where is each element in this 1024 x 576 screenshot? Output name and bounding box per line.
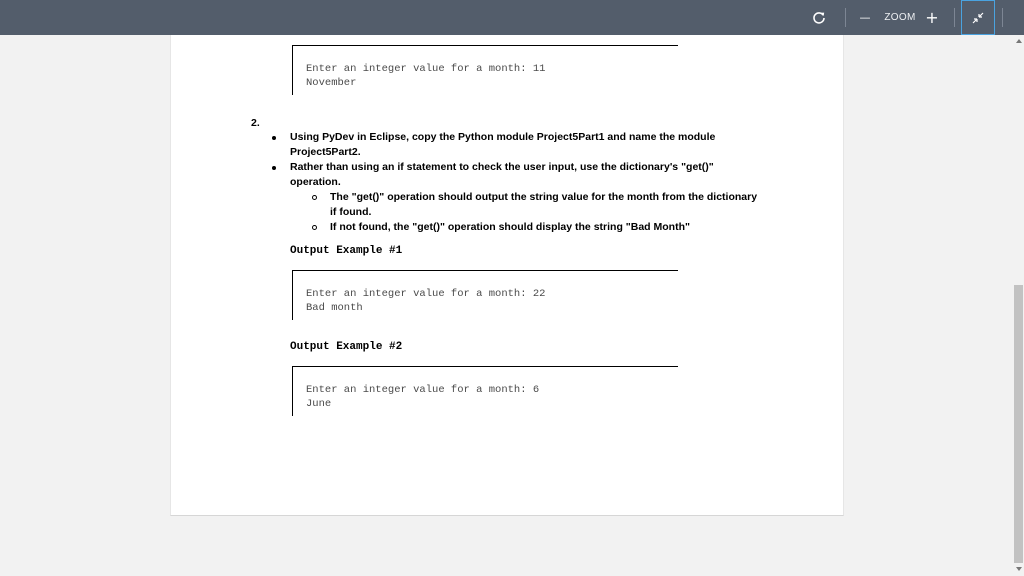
scrollbar-thumb[interactable] [1014, 285, 1023, 563]
document-page: Enter an integer value for a month: 11 N… [170, 35, 844, 516]
zoom-label: ZOOM [884, 12, 916, 23]
console-output: Bad month [306, 302, 363, 314]
toolbar-divider [845, 8, 846, 27]
instruction-sub-bullet: The "get()" operation should output the … [330, 190, 757, 220]
sub-bullet-icon [312, 225, 317, 230]
console-output-example-1: Enter an integer value for a month: 22 B… [292, 270, 678, 320]
console-output: June [306, 398, 332, 410]
refresh-button[interactable] [808, 0, 830, 35]
question-number: 2. [251, 117, 260, 129]
sub-bullet-line: If not found, the "get()" operation shou… [330, 221, 690, 233]
viewer-toolbar: — ZOOM + [0, 0, 1024, 35]
instruction-bullet: Rather than using an if statement to che… [290, 160, 714, 190]
zoom-in-icon: + [925, 8, 939, 27]
zoom-in-button[interactable]: + [922, 0, 942, 35]
bullet-line: operation. [290, 176, 341, 188]
sub-bullet-line: if found. [330, 206, 372, 218]
bullet-icon [272, 136, 276, 140]
bullet-line: Using PyDev in Eclipse, copy the Python … [290, 131, 716, 143]
example-heading: Output Example #2 [290, 341, 403, 353]
collapse-icon [972, 12, 984, 23]
example-heading: Output Example #1 [290, 245, 403, 257]
console-output-top: Enter an integer value for a month: 11 N… [292, 45, 678, 95]
bullet-line: Project5Part2. [290, 146, 361, 158]
sub-bullet-line: The "get()" operation should output the … [330, 191, 758, 203]
console-prompt: Enter an integer value for a month: 11 [306, 63, 546, 75]
refresh-icon [813, 11, 825, 24]
fit-page-button[interactable] [961, 0, 995, 35]
console-prompt: Enter an integer value for a month: 22 [306, 288, 546, 300]
toolbar-divider [1002, 8, 1003, 27]
toolbar-divider [954, 8, 955, 27]
instruction-sub-bullet: If not found, the "get()" operation shou… [330, 220, 690, 235]
bullet-line: Rather than using an if statement to che… [290, 161, 714, 173]
scroll-up-icon[interactable] [1016, 39, 1022, 43]
bullet-icon [272, 166, 276, 170]
zoom-out-button[interactable]: — [855, 0, 875, 35]
console-prompt: Enter an integer value for a month: 6 [306, 384, 540, 396]
sub-bullet-icon [312, 195, 317, 200]
console-output-example-2: Enter an integer value for a month: 6 Ju… [292, 366, 678, 416]
scroll-down-icon[interactable] [1016, 567, 1022, 571]
zoom-out-icon: — [859, 11, 871, 24]
instruction-bullet: Using PyDev in Eclipse, copy the Python … [290, 130, 715, 160]
console-output: November [306, 77, 357, 89]
